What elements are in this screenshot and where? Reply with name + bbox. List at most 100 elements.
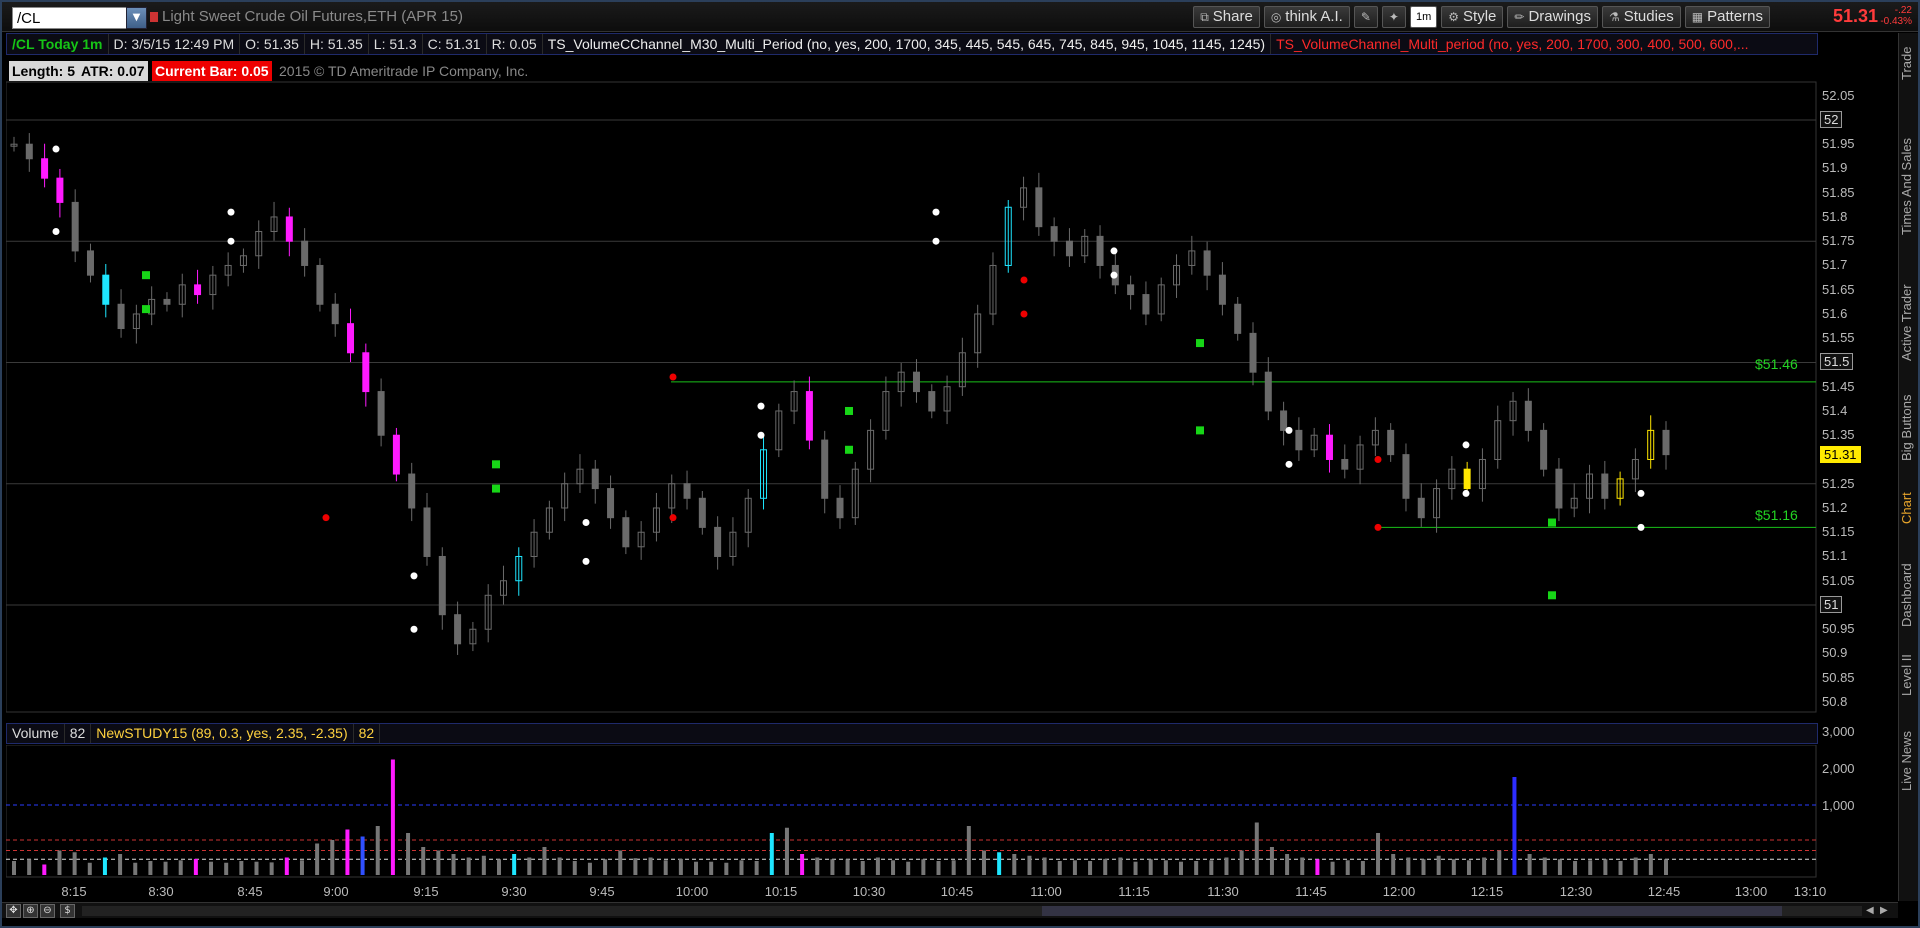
signal-dot (1020, 310, 1028, 318)
time-scrollbar-thumb[interactable] (1042, 906, 1782, 916)
volume-header: Volume 82 NewSTUDY15 (89, 0.3, yes, 2.35… (6, 723, 1818, 744)
candle-body (56, 177, 64, 203)
drawings-button[interactable]: ✏ Drawings (1507, 6, 1598, 28)
volume-bar (618, 850, 623, 875)
tab-level-ii[interactable]: Level II (1899, 647, 1919, 703)
volume-bar (542, 847, 547, 875)
price-scale-button[interactable]: $ (60, 904, 75, 918)
aggregation-button[interactable]: 1m (1409, 6, 1438, 28)
zoom-out-button[interactable]: ⊖ (40, 904, 55, 918)
candle-body (698, 497, 706, 528)
volume-bar (845, 859, 850, 875)
volume-bar (678, 858, 683, 875)
tab-trade[interactable]: Trade (1899, 39, 1919, 87)
volume-bar (1179, 861, 1184, 875)
top-toolbar: /CL ▼ Light Sweet Crude Oil Futures,ETH … (2, 2, 1918, 32)
candle-body (1295, 429, 1303, 451)
candle-body (1402, 454, 1410, 499)
candle-body (683, 483, 691, 499)
time-axis-tick: 8:15 (61, 884, 87, 899)
volume-bar (603, 859, 608, 875)
volume-bar (299, 860, 304, 875)
patterns-button[interactable]: ▦ Patterns (1684, 6, 1770, 28)
volume-label[interactable]: Volume (7, 724, 65, 743)
scroll-left-icon[interactable]: ◀ (1866, 905, 1874, 916)
candle-body (1540, 429, 1548, 470)
think-ai-button[interactable]: ◎ think A.I. (1263, 6, 1350, 28)
tab-times-and-sales[interactable]: Times And Sales (1899, 111, 1919, 261)
candle-body (86, 250, 94, 276)
time-axis-tick: 11:30 (1207, 884, 1239, 899)
volume-bar (496, 859, 501, 875)
volume-bar (1497, 850, 1502, 875)
volume-bar (572, 861, 577, 875)
volume-bar (1072, 860, 1077, 875)
candle-body (1096, 235, 1104, 266)
studies-button[interactable]: ⚗ Studies (1601, 6, 1681, 28)
volume-bar (1194, 861, 1199, 875)
price-axis-tick: 51.55 (1822, 330, 1855, 346)
style-button[interactable]: ⚙ Style (1441, 6, 1504, 28)
volume-bar (512, 854, 517, 875)
bar-close: C: 51.31 (423, 34, 487, 54)
scroll-right-icon[interactable]: ▶ (1880, 905, 1888, 916)
signal-dot (669, 373, 677, 381)
volume-bar (966, 826, 971, 875)
chart-symbol-period[interactable]: /CL Today 1m (7, 34, 109, 54)
symbol-dropdown-button[interactable]: ▼ (126, 7, 147, 29)
signal-dot (932, 237, 940, 245)
price-axis-tick: 50.8 (1822, 694, 1848, 709)
volume-bar (527, 857, 532, 875)
tab-active-trader[interactable]: Active Trader (1899, 271, 1919, 375)
signal-square (845, 445, 853, 454)
study-volume-cchannel[interactable]: TS_VolumeCChannel_M30_Multi_Period (no, … (543, 34, 1272, 54)
current-price-marker: 51.31 (1820, 445, 1861, 463)
signal-dot (1637, 523, 1645, 531)
candle-body (438, 555, 446, 616)
volume-bar (118, 854, 123, 875)
signal-dot (1374, 523, 1382, 531)
price-chart[interactable] (6, 56, 1818, 714)
candle-body (1065, 240, 1073, 257)
price-plot-area (6, 81, 1817, 713)
volume-bar (1542, 857, 1547, 875)
tab-dashboard[interactable]: Dashboard (1899, 553, 1919, 637)
volume-chart[interactable] (6, 745, 1818, 881)
candle-body (1417, 497, 1425, 519)
style-label: Style (1463, 8, 1497, 25)
chevron-down-icon: ▼ (132, 12, 141, 23)
price-axis-tick: 50.9 (1822, 645, 1848, 661)
study-volume-channel[interactable]: TS_VolumeChannel_Multi_period (no, yes, … (1271, 34, 1753, 54)
volume-bar (815, 857, 820, 875)
tab-big-buttons[interactable]: Big Buttons (1899, 383, 1919, 473)
newstudy-label[interactable]: NewSTUDY15 (89, 0.3, yes, 2.35, -2.35) (91, 724, 354, 743)
settings-button[interactable]: ✦ (1381, 6, 1406, 28)
tab-chart[interactable]: Chart (1899, 483, 1919, 533)
signal-square (142, 305, 150, 314)
volume-bar (951, 860, 956, 875)
volume-bar (694, 861, 699, 875)
candle-body (347, 323, 355, 354)
volume-axis-tick: 2,000 (1822, 761, 1855, 776)
bar-high: H: 51.35 (305, 34, 369, 54)
candle-body (102, 274, 110, 305)
volume-bar (1300, 857, 1305, 875)
zoom-reset-button[interactable]: ✥ (6, 904, 21, 918)
candle-body (301, 240, 309, 266)
zoom-in-button[interactable]: ⊕ (23, 904, 38, 918)
volume-bar (587, 862, 592, 875)
price-axis-tick: 51.45 (1822, 378, 1855, 394)
price-axis-tick: 51.65 (1822, 281, 1855, 297)
volume-bar (1573, 861, 1578, 875)
drawings-label: Drawings (1528, 8, 1591, 25)
change-abs: -.22 (1894, 5, 1912, 16)
tab-live-news[interactable]: Live News (1899, 719, 1919, 803)
volume-bar (163, 861, 168, 875)
candle-body (591, 468, 599, 490)
volume-bar (1664, 859, 1668, 875)
share-button[interactable]: ⧉ Share (1193, 6, 1260, 28)
volume-bar (1360, 861, 1365, 875)
price-axis-tick: 51.85 (1822, 184, 1855, 200)
drawing-tools-button[interactable]: ✎ (1353, 6, 1378, 28)
volume-bar (1088, 861, 1093, 875)
